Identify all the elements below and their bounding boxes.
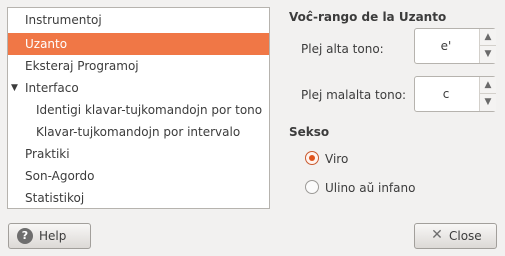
help-icon: ?	[17, 228, 33, 244]
tree-item-interfaco[interactable]: ▼ Interfaco	[8, 77, 269, 99]
highest-tone-label: Plej alta tono:	[301, 42, 384, 56]
tree-item-label: Instrumentoj	[25, 13, 102, 27]
tree-item-klavar-tujkomandojn-intervalo[interactable]: Klavar-tujkomandojn por intervalo	[8, 121, 269, 143]
chevron-down-icon[interactable]: ▼	[480, 94, 496, 111]
tree-item-eksteraj-programoj[interactable]: Eksteraj Programoj	[8, 55, 269, 77]
tree-item-uzanto[interactable]: Uzanto	[8, 33, 269, 55]
sex-title: Sekso	[289, 125, 330, 139]
radio-checked-icon[interactable]	[305, 151, 319, 165]
radio-label: Viro	[325, 152, 349, 166]
chevron-up-icon[interactable]: ▲	[480, 77, 496, 94]
help-button-label: Help	[39, 229, 67, 243]
chevron-up-icon[interactable]: ▲	[480, 29, 496, 46]
highest-tone-spinner[interactable]: e' ▲ ▼	[414, 28, 496, 64]
triangle-down-icon[interactable]: ▼	[11, 77, 21, 99]
tree-item-label: Uzanto	[25, 37, 68, 51]
lowest-tone-spinner[interactable]: c ▲ ▼	[414, 76, 496, 112]
tree-item-praktiki[interactable]: Praktiki	[8, 143, 269, 165]
spinner-buttons: ▲ ▼	[479, 77, 496, 111]
tree-item-identigi-klavar-tujkomandojn[interactable]: Identigi klavar-tujkomandojn por tono	[8, 99, 269, 121]
spinner-buttons: ▲ ▼	[479, 29, 496, 63]
tree-item-statistikoj[interactable]: Statistikoj	[8, 187, 269, 209]
tree-item-label: Statistikoj	[25, 191, 85, 205]
radio-unchecked-icon[interactable]	[305, 180, 319, 194]
voice-range-title: Voĉ-rango de la Uzanto	[289, 10, 447, 24]
tree-item-label: Interfaco	[25, 81, 79, 95]
tree-item-label: Identigi klavar-tujkomandojn por tono	[36, 103, 263, 117]
radio-label: Ulino aŭ infano	[325, 181, 416, 195]
tree-item-son-agordo[interactable]: Son-Agordo	[8, 165, 269, 187]
close-button[interactable]: ✕ Close	[414, 223, 497, 249]
tree-item-label: Praktiki	[25, 147, 70, 161]
tree-item-label: Eksteraj Programoj	[25, 59, 139, 73]
highest-tone-value[interactable]: e'	[415, 29, 477, 63]
lowest-tone-value[interactable]: c	[415, 77, 477, 111]
tree-item-label: Klavar-tujkomandojn por intervalo	[36, 125, 241, 139]
close-button-label: Close	[449, 229, 482, 243]
tree-item-instrumentoj[interactable]: Instrumentoj	[8, 9, 269, 31]
help-button[interactable]: ? Help	[8, 223, 91, 249]
chevron-down-icon[interactable]: ▼	[480, 46, 496, 63]
preferences-tree[interactable]: Instrumentoj Uzanto Eksteraj Programoj ▼…	[7, 7, 270, 209]
tree-item-label: Son-Agordo	[25, 169, 95, 183]
lowest-tone-label: Plej malalta tono:	[301, 88, 407, 102]
close-icon: ✕	[431, 227, 443, 243]
